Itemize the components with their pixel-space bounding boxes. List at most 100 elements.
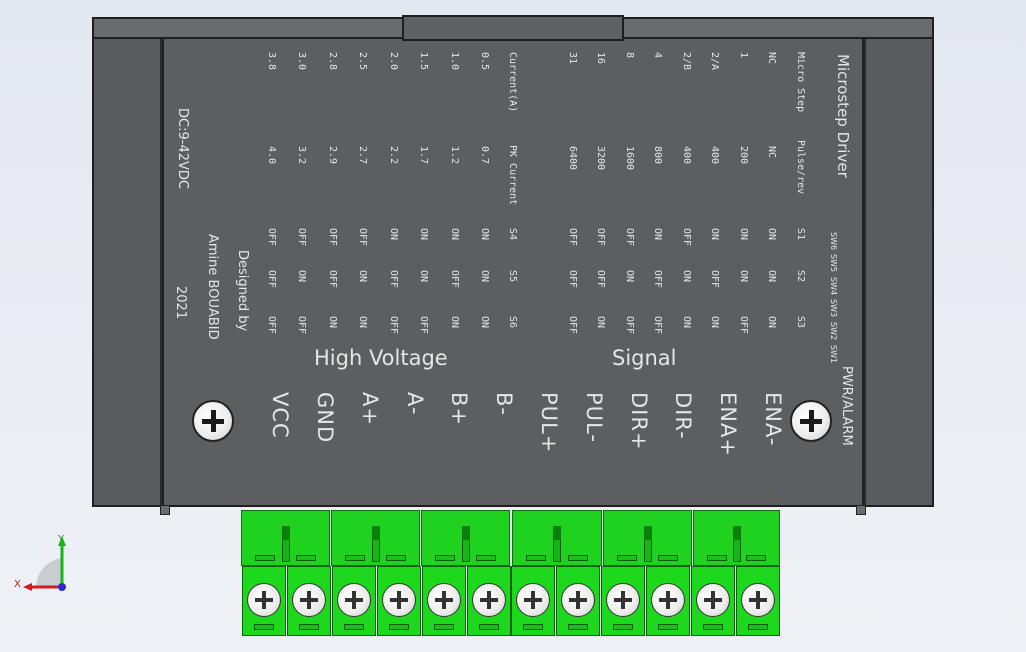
x-axis-label: X: [14, 579, 21, 590]
voltage-rating: DC:9-42VDC: [175, 108, 190, 189]
microstep-row-s1: ON: [766, 228, 777, 241]
terminal-wire-slot: [344, 624, 364, 630]
terminal-screw[interactable]: [337, 583, 371, 617]
pin-label-pul-minus: PUL-: [582, 392, 606, 443]
microstep-row-pulse: 800: [652, 146, 663, 165]
microstep-row-step: NC: [766, 52, 777, 65]
current-row-s5: OFF: [388, 270, 399, 289]
terminal-screw[interactable]: [606, 583, 640, 617]
microstep-row-s3: OFF: [652, 316, 663, 335]
microstep-row-s2: OFF: [709, 270, 720, 289]
designer-name: Amine BOUABID: [205, 234, 220, 340]
terminal-screw[interactable]: [427, 583, 461, 617]
current-header-s6: S6: [507, 316, 518, 329]
microstep-row-pulse: NC: [766, 146, 777, 159]
microstep-row-pulse: 200: [738, 146, 749, 165]
terminal-cell: [332, 566, 376, 636]
current-row-cur: 0.5: [479, 52, 490, 71]
terminal-screw[interactable]: [696, 583, 730, 617]
terminal-latch-head: [282, 526, 290, 540]
microstep-row-s2: ON: [738, 270, 749, 283]
terminal-wire-slot: [434, 624, 454, 630]
current-row-s6: ON: [357, 316, 368, 329]
current-row-cur: 3.0: [296, 52, 307, 71]
microstep-row-s2: ON: [766, 270, 777, 283]
terminal-screw[interactable]: [382, 583, 416, 617]
microstep-row-s1: ON: [709, 228, 720, 241]
housing-top-lip-left: [92, 17, 404, 39]
terminal-screw[interactable]: [247, 583, 281, 617]
terminal-screw[interactable]: [741, 583, 775, 617]
terminal-latch-head: [644, 526, 652, 540]
terminal-screw[interactable]: [516, 583, 550, 617]
current-header-cur: Current(A): [507, 52, 518, 113]
microstep-row-step: 2/A: [709, 52, 720, 71]
current-row-cur: 3.8: [266, 52, 277, 71]
terminal-cell: [556, 566, 600, 636]
microstep-header-pulse: Pulse/rev: [795, 140, 806, 195]
mounting-screw-left: [192, 400, 234, 442]
z-axis-dot: [58, 583, 66, 591]
section-high-voltage: High Voltage: [314, 346, 448, 370]
microstep-row-pulse: 1600: [624, 146, 635, 171]
housing-foot-right: [856, 505, 866, 515]
terminal-notch: [658, 555, 678, 561]
sw-label: SW5: [829, 254, 838, 273]
microstep-row-pulse: 400: [681, 146, 692, 165]
triad-plane: [35, 558, 62, 588]
terminal-notch: [386, 555, 406, 561]
current-row-s4: ON: [388, 228, 399, 241]
cad-viewport[interactable]: Microstep Driver PWR/ALARM Micro Step Pu…: [0, 0, 1026, 652]
terminal-screw[interactable]: [561, 583, 595, 617]
terminal-cell: [377, 566, 421, 636]
microstep-row-pulse: 3200: [595, 146, 606, 171]
terminal-cell: [511, 566, 555, 636]
current-row-s6: ON: [327, 316, 338, 329]
terminal-wire-slot: [523, 624, 543, 630]
microstep-row-s2: ON: [681, 270, 692, 283]
microstep-row-s1: ON: [652, 228, 663, 241]
terminal-wire-slot: [299, 624, 319, 630]
current-row-cur: 1.0: [449, 52, 460, 71]
current-header-pk: PK Current: [507, 145, 518, 206]
terminal-notch: [345, 555, 365, 561]
pin-label-dir-minusplus: DIR+: [627, 392, 651, 451]
current-row-s5: ON: [296, 270, 307, 283]
terminal-cell: [646, 566, 690, 636]
microstep-header-s2: S2: [795, 270, 806, 283]
mounting-screw-right: [790, 400, 832, 442]
terminal-notch: [476, 555, 496, 561]
terminal-latch-head: [462, 526, 470, 540]
terminal-screw[interactable]: [292, 583, 326, 617]
microstep-row-s3: OFF: [624, 316, 635, 335]
current-row-s6: ON: [449, 316, 460, 329]
microstep-header-s3: S3: [795, 316, 806, 329]
current-row-s5: ON: [357, 270, 368, 283]
current-row-s5: ON: [479, 270, 490, 283]
current-row-s4: OFF: [357, 228, 368, 247]
terminal-screw[interactable]: [472, 583, 506, 617]
sw-label: SW4: [829, 277, 838, 296]
terminal-notch: [707, 555, 727, 561]
current-row-pk: 0.7: [479, 146, 490, 165]
terminal-notch: [568, 555, 588, 561]
microstep-row-s1: OFF: [595, 228, 606, 247]
microstep-row-step: 31: [567, 52, 578, 65]
microstep-row-s3: OFF: [738, 316, 749, 335]
microstep-row-step: 4: [652, 52, 663, 59]
microstep-row-s3: ON: [681, 316, 692, 329]
designed-by-label: Designed by: [235, 250, 250, 332]
pin-label-ena-minusplus: ENA+: [716, 392, 740, 457]
current-row-s6: OFF: [266, 316, 277, 335]
pin-label-gnd: GND: [313, 392, 337, 444]
current-row-pk: 2.2: [388, 146, 399, 165]
microstep-row-s2: OFF: [567, 270, 578, 289]
terminal-screw[interactable]: [651, 583, 685, 617]
terminal-notch: [255, 555, 275, 561]
microstep-row-s3: ON: [709, 316, 720, 329]
current-row-s6: OFF: [296, 316, 307, 335]
terminal-wire-slot: [479, 624, 499, 630]
current-row-pk: 4.0: [266, 146, 277, 165]
current-row-pk: 1.2: [449, 146, 460, 165]
microstep-row-s1: OFF: [681, 228, 692, 247]
